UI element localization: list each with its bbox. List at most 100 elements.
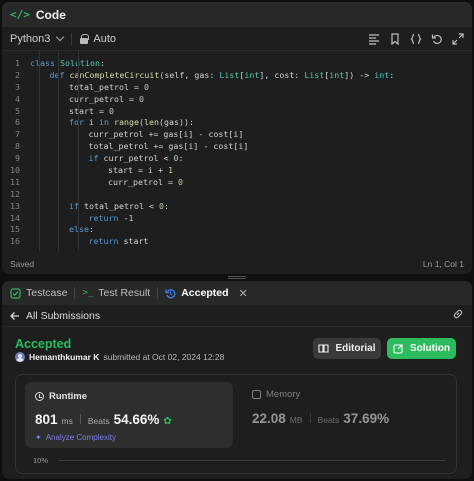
tab-testcase[interactable]: Testcase xyxy=(10,287,67,299)
indent-guide xyxy=(58,51,59,251)
runtime-card[interactable]: Runtime 801 ms Beats 54.66% ✿ ✦ Analyze … xyxy=(25,382,233,448)
code-text: class Solution: xyxy=(30,57,105,68)
code-line[interactable]: 8 total_petrol += gas[i] - cost[i] xyxy=(2,140,472,152)
indent-guide xyxy=(39,51,40,251)
runtime-unit: ms xyxy=(61,416,73,426)
code-line[interactable]: 11 curr_petrol = 0 xyxy=(2,176,472,188)
line-number: 9 xyxy=(15,153,20,164)
editor-toolbar: Python3 Auto xyxy=(2,27,472,51)
chart-gridline xyxy=(59,460,445,461)
tab-test-result[interactable]: >_ Test Result xyxy=(82,287,150,299)
code-text: for i in range(len(gas)): xyxy=(69,117,194,128)
code-line[interactable]: 3 total_petrol = 0 xyxy=(2,81,472,93)
back-label: All Submissions xyxy=(26,309,101,322)
code-line[interactable]: 13 if total_petrol < 0: xyxy=(2,200,472,212)
analyze-complexity-link[interactable]: ✦ Analyze Complexity xyxy=(35,433,223,442)
line-number: 1 xyxy=(15,57,20,68)
memory-title: Memory xyxy=(252,389,389,400)
result-tabs: Testcase >_ Test Result Accepted ✕ xyxy=(2,281,472,305)
runtime-row: 801 ms Beats 54.66% ✿ xyxy=(35,412,223,427)
submitted-time: submitted at Oct 02, 2024 12:28 xyxy=(103,352,225,362)
code-text: if curr_petrol < 0: xyxy=(88,153,184,164)
avatar[interactable] xyxy=(15,352,25,362)
chevron-down-icon xyxy=(56,32,65,41)
memory-row: 22.08 MB Beats 37.69% xyxy=(252,411,389,426)
line-number: 11 xyxy=(10,176,20,187)
tab-accepted[interactable]: Accepted ✕ xyxy=(165,287,248,300)
toolbar-divider xyxy=(71,32,73,45)
history-icon xyxy=(165,288,176,298)
code-line[interactable]: 2 def canCompleteCircuit(self, gas: List[… xyxy=(2,69,472,81)
editorial-button[interactable]: Editorial xyxy=(313,338,381,359)
code-text: return -1 xyxy=(88,212,134,223)
code-line[interactable]: 15else: xyxy=(2,223,472,235)
resize-handle[interactable] xyxy=(228,276,246,279)
close-icon[interactable]: ✕ xyxy=(238,287,247,300)
tab-divider xyxy=(74,287,76,299)
book-icon xyxy=(318,344,330,353)
runtime-value: 801 xyxy=(35,412,58,427)
performance-stats: Runtime 801 ms Beats 54.66% ✿ ✦ Analyze … xyxy=(15,374,457,474)
line-number: 3 xyxy=(15,81,20,92)
code-text: def canCompleteCircuit(self, gas: List[i… xyxy=(49,69,395,80)
author-name[interactable]: Hemanthkumar K xyxy=(29,352,99,362)
code-text: curr_petrol += gas[i] - cost[i] xyxy=(88,129,244,140)
code-line[interactable]: 6 for i in range(len(gas)): xyxy=(2,116,472,128)
code-panel: </> Code Python3 Auto 1 class Solution: … xyxy=(2,2,472,274)
memory-unit: MB xyxy=(289,415,303,425)
code-line[interactable]: 5 start = 0 xyxy=(2,105,472,117)
runtime-title: Runtime xyxy=(35,391,223,402)
indent-guide xyxy=(78,51,79,251)
memory-label: Memory xyxy=(266,389,301,400)
code-line[interactable]: 12 xyxy=(2,188,472,200)
code-line[interactable]: 7 curr_petrol += gas[i] - cost[i] xyxy=(2,128,472,140)
line-number: 8 xyxy=(15,141,20,152)
memory-card[interactable]: Memory 22.08 MB Beats 37.69% xyxy=(252,389,389,426)
back-to-submissions[interactable]: All Submissions xyxy=(10,310,100,322)
editorial-label: Editorial xyxy=(335,343,376,354)
memory-beats-label: Beats xyxy=(317,415,340,425)
code-line[interactable]: 4 curr_petrol = 0 xyxy=(2,93,472,105)
language-select[interactable]: Python3 xyxy=(10,32,65,45)
tab-label: Accepted xyxy=(181,287,229,299)
arrow-left-icon xyxy=(10,311,19,320)
bookmark-icon[interactable] xyxy=(389,32,401,45)
code-line[interactable]: 9 if curr_petrol < 0: xyxy=(2,152,472,164)
code-text: total_petrol = 0 xyxy=(69,81,149,92)
submission-nav: All Submissions xyxy=(2,305,472,327)
auto-mode-label: Auto xyxy=(93,32,117,45)
code-line[interactable]: 1 class Solution: xyxy=(2,57,472,69)
runtime-beats-label: Beats xyxy=(87,416,110,426)
braces-icon[interactable] xyxy=(410,33,422,45)
auto-mode-toggle[interactable]: Auto xyxy=(80,33,116,45)
code-text: start = 0 xyxy=(69,105,114,116)
editor-tools xyxy=(368,32,464,45)
code-editor[interactable]: 1 class Solution: 2 def canCompleteCircuit(… xyxy=(2,51,472,251)
code-text: curr_petrol = 0 xyxy=(108,176,183,187)
line-number: 7 xyxy=(15,129,20,140)
save-status: Saved xyxy=(10,259,35,269)
solution-button[interactable]: Solution xyxy=(387,338,456,359)
stat-divider xyxy=(79,414,81,424)
line-number: 12 xyxy=(10,188,20,199)
code-panel-header: </> Code xyxy=(2,2,472,27)
line-number: 16 xyxy=(10,236,20,247)
code-line[interactable]: 10 start = i + 1 xyxy=(2,164,472,176)
share-link-icon[interactable] xyxy=(452,308,464,323)
cursor-position: Ln 1, Col 1 xyxy=(422,259,464,269)
format-icon[interactable] xyxy=(368,33,380,45)
code-line[interactable]: 16 return start xyxy=(2,235,472,247)
language-label: Python3 xyxy=(10,32,51,45)
line-number: 5 xyxy=(15,105,20,116)
reset-icon[interactable] xyxy=(431,33,443,45)
medal-icon: ✿ xyxy=(163,416,172,427)
sparkle-icon: ✦ xyxy=(35,433,42,442)
code-text: total_petrol += gas[i] - cost[i] xyxy=(88,141,249,152)
code-status-bar: Saved Ln 1, Col 1 xyxy=(2,254,472,274)
expand-icon[interactable] xyxy=(452,32,464,45)
code-tab-title[interactable]: Code xyxy=(36,8,66,22)
checkbox-icon xyxy=(10,287,21,299)
code-text: return start xyxy=(88,236,149,247)
line-number: 6 xyxy=(15,117,20,128)
code-line[interactable]: 14 return -1 xyxy=(2,212,472,224)
